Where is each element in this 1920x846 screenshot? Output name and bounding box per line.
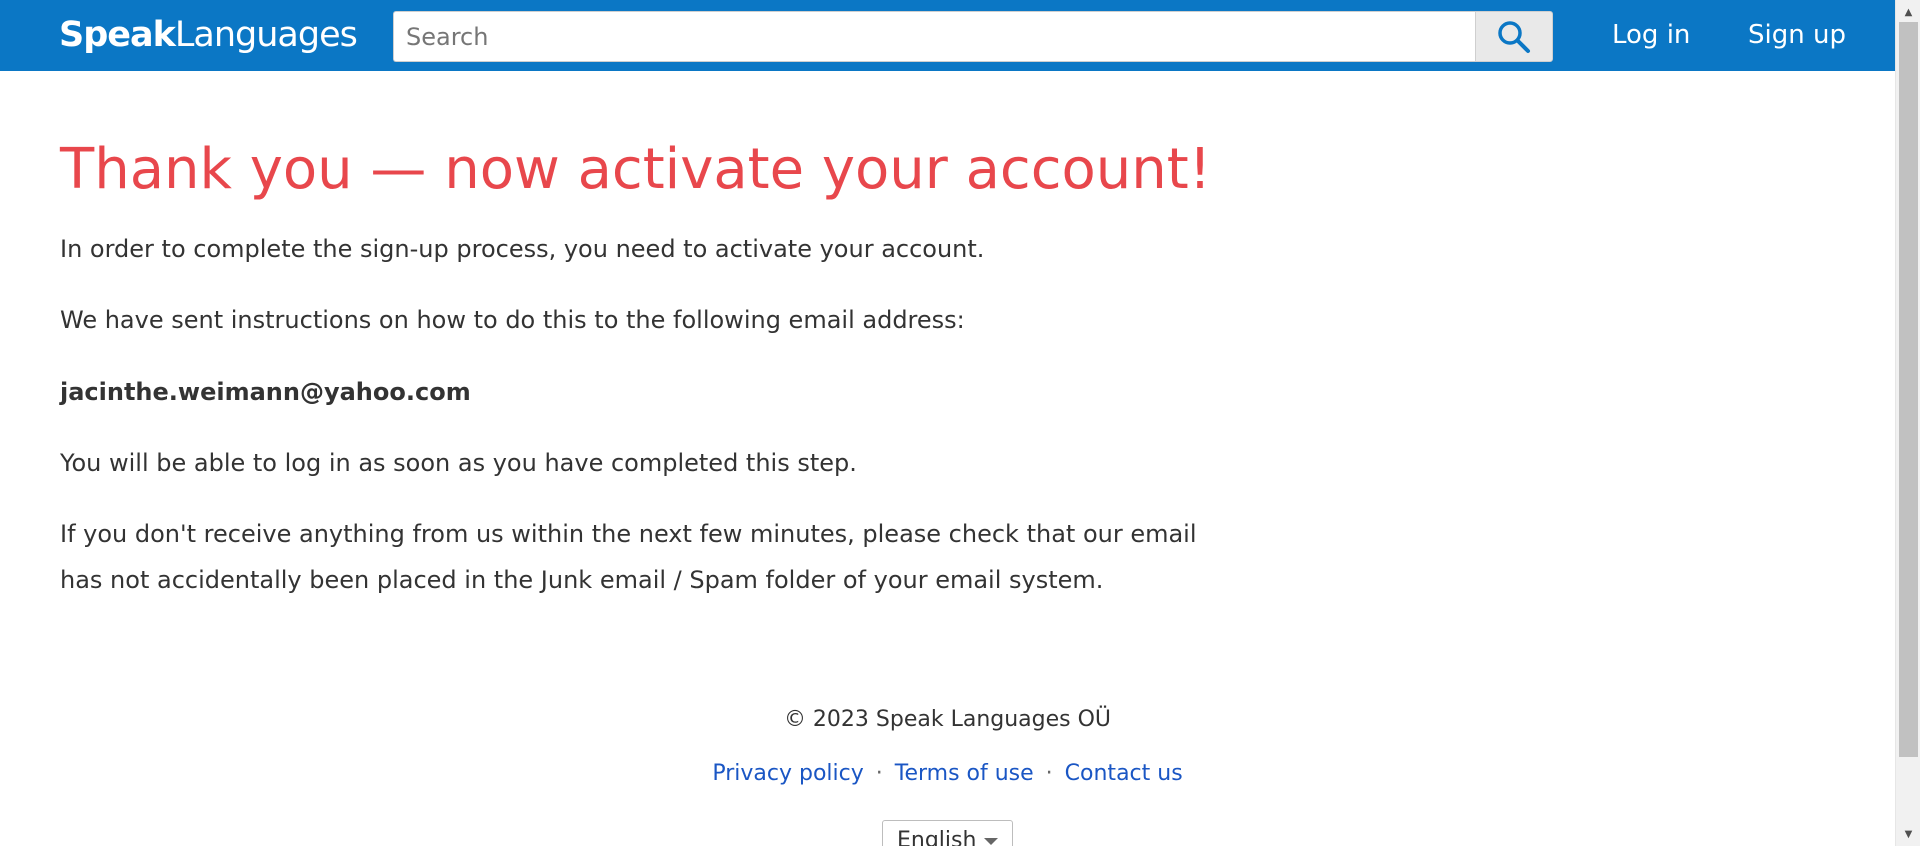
top-navigation-bar: SpeakLanguages Log in Sign up: [0, 0, 1895, 71]
footer-separator: ·: [875, 761, 883, 786]
scroll-up-arrow-icon[interactable]: ▲: [1896, 2, 1920, 22]
page: SpeakLanguages Log in Sign up Thank you …: [0, 0, 1920, 846]
search-button[interactable]: [1475, 11, 1553, 62]
spam-notice-paragraph: If you don't receive anything from us wi…: [60, 520, 1197, 594]
site-logo[interactable]: Speak Languages: [59, 13, 358, 57]
main-content: Thank you — now activate your account! I…: [60, 130, 1260, 594]
language-select[interactable]: English: [882, 820, 1013, 846]
privacy-policy-link[interactable]: Privacy policy: [712, 758, 863, 790]
signup-link[interactable]: Sign up: [1748, 19, 1846, 51]
login-info-paragraph: You will be able to log in as soon as yo…: [60, 449, 857, 477]
copyright-text: © 2023 Speak Languages OÜ: [783, 707, 1112, 732]
instruction-paragraph: In order to complete the sign-up process…: [60, 235, 985, 263]
page-title: Thank you — now activate your account!: [60, 137, 1212, 202]
footer-separator: ·: [1045, 761, 1053, 786]
contact-us-link[interactable]: Contact us: [1065, 758, 1183, 790]
search-bar: [393, 11, 1553, 62]
chevron-down-icon: [984, 838, 998, 845]
scrollbar-thumb[interactable]: [1899, 22, 1918, 757]
logo-bold-text: Speak: [59, 15, 176, 55]
logo-light-text: Languages: [174, 15, 358, 55]
login-link[interactable]: Log in: [1612, 19, 1690, 51]
search-input[interactable]: [393, 11, 1475, 62]
terms-of-use-link[interactable]: Terms of use: [895, 758, 1034, 790]
email-sent-paragraph: We have sent instructions on how to do t…: [60, 306, 965, 334]
scroll-down-arrow-icon[interactable]: ▼: [1896, 824, 1920, 844]
email-address: jacinthe.weimann@yahoo.com: [60, 378, 471, 406]
page-scrollbar[interactable]: ▲ ▼: [1895, 0, 1920, 846]
footer-links: Privacy policy · Terms of use · Contact …: [0, 758, 1895, 790]
language-select-value: English: [897, 827, 977, 846]
search-icon: [1498, 20, 1530, 53]
